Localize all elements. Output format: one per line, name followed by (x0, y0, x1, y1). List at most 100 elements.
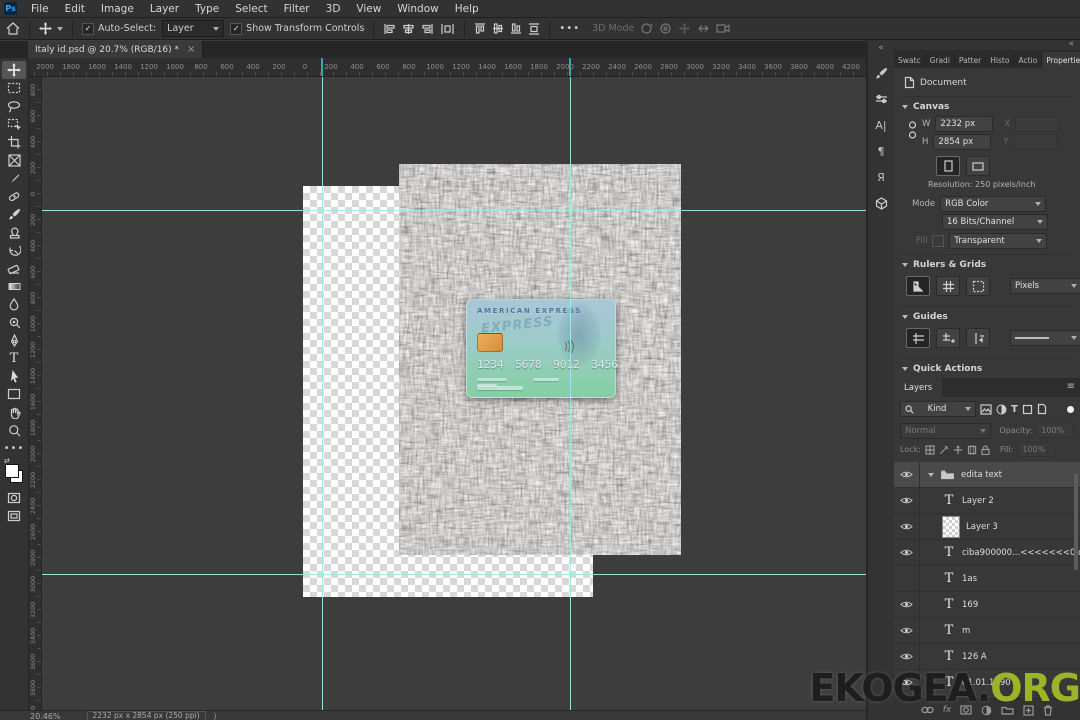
crop-tool[interactable] (2, 133, 26, 151)
marquee-tool[interactable] (2, 79, 26, 97)
guide-horizontal[interactable] (41, 574, 866, 575)
show-transform-checkbox[interactable]: ✓ Show Transform Controls (230, 22, 364, 35)
pen-tool[interactable] (2, 331, 26, 349)
brush-settings-panel-icon[interactable] (868, 61, 894, 85)
lock-all-icon[interactable] (981, 444, 990, 455)
layer-visibility-toggle[interactable] (894, 565, 920, 592)
align-right-icon[interactable] (421, 23, 434, 35)
layer-row[interactable]: T 169 (894, 591, 1080, 618)
path-selection-tool[interactable] (2, 367, 26, 385)
filter-shape-layers-icon[interactable] (1022, 404, 1033, 415)
quick-mask-icon[interactable] (2, 489, 26, 507)
panel-tab-gradi[interactable]: Gradi (926, 52, 955, 68)
chevron-down-icon[interactable] (902, 315, 908, 319)
menu-select[interactable]: Select (227, 1, 275, 17)
lock-transparency-icon[interactable] (925, 444, 935, 455)
toggle-rulers-button[interactable] (906, 276, 930, 296)
guide-vertical[interactable] (570, 76, 571, 710)
layer-name[interactable]: m (962, 626, 970, 636)
pixel-layer-thumbnail[interactable] (942, 515, 960, 538)
color-mode-select[interactable]: RGB Color (940, 196, 1047, 212)
align-bottom-icon[interactable] (510, 22, 522, 35)
type-layer-thumbnail[interactable]: T (942, 545, 956, 560)
layer-visibility-toggle[interactable] (894, 513, 920, 540)
collapse-dock-icon[interactable]: « (894, 40, 1080, 50)
fill-checkbox[interactable] (932, 235, 945, 247)
portrait-orientation-button[interactable] (936, 156, 960, 176)
menu-type[interactable]: Type (187, 1, 227, 17)
close-tab-icon[interactable]: × (187, 44, 195, 55)
edit-toolbar-icon[interactable]: ••• (2, 439, 26, 457)
gradient-tool[interactable] (2, 277, 26, 295)
opacity-field[interactable]: 100% (1036, 423, 1074, 438)
layer-row[interactable]: T 1as (894, 565, 1080, 592)
paragraph-panel-icon[interactable]: ¶ (868, 139, 894, 163)
lasso-tool[interactable] (2, 97, 26, 115)
layer-name[interactable]: 169 (962, 600, 978, 610)
clone-source-panel-icon[interactable] (868, 87, 894, 111)
guide-vertical[interactable] (322, 76, 323, 710)
link-dimensions-icon[interactable] (908, 120, 917, 142)
canvas-area[interactable]: AMERICAN EXPRESS EXPRESS 1234 5678 9012 … (28, 76, 866, 710)
menu-3d[interactable]: 3D (318, 1, 349, 17)
photoshop-logo-icon[interactable]: Ps (4, 2, 17, 15)
guide-style-select[interactable] (1010, 330, 1080, 346)
more-options-icon[interactable]: ••• (559, 23, 580, 34)
toggle-guides-button[interactable] (906, 328, 930, 348)
eyedropper-tool[interactable] (2, 169, 26, 187)
lock-position-icon[interactable] (953, 445, 963, 455)
chevron-down-icon[interactable] (902, 263, 908, 267)
layer-name[interactable]: 1as (962, 574, 977, 584)
guide-horizontal[interactable] (41, 210, 866, 211)
menu-window[interactable]: Window (389, 1, 446, 17)
eraser-tool[interactable] (2, 259, 26, 277)
height-field[interactable]: 2854 px (933, 134, 992, 150)
panel-tab-swatc[interactable]: Swatc (894, 52, 926, 68)
panel-tab-actio[interactable]: Actio (1014, 52, 1043, 68)
dodge-tool[interactable] (2, 313, 26, 331)
layer-visibility-toggle[interactable] (894, 462, 920, 488)
auto-select-target-dropdown[interactable]: Layer (162, 20, 225, 37)
healing-brush-tool[interactable] (2, 187, 26, 205)
filter-type-layers-icon[interactable]: T (1011, 404, 1018, 415)
fill-opacity-field[interactable]: 100% (1017, 442, 1056, 457)
chevron-down-icon[interactable] (902, 105, 908, 109)
type-layer-thumbnail[interactable]: T (942, 597, 956, 612)
screen-mode-icon[interactable] (2, 507, 26, 525)
document-tab[interactable]: Italy id.psd @ 20.7% (RGB/16) * × (28, 41, 204, 58)
move-tool-preset-icon[interactable] (39, 22, 63, 35)
rectangle-tool[interactable] (2, 385, 26, 403)
object-selection-tool[interactable] (2, 115, 26, 133)
menu-layer[interactable]: Layer (142, 1, 187, 17)
align-middle-icon[interactable] (492, 22, 504, 35)
chevron-down-icon[interactable] (928, 472, 934, 477)
move-tool[interactable] (2, 61, 26, 79)
bit-depth-select[interactable]: 16 Bits/Channel (942, 214, 1048, 230)
document-info[interactable]: 2232 px x 2854 px (250 ppi) (86, 711, 206, 720)
type-layer-thumbnail[interactable]: T (942, 623, 956, 638)
lock-image-icon[interactable] (939, 445, 949, 455)
filter-toggle-icon[interactable] (1067, 405, 1074, 413)
menu-file[interactable]: File (23, 1, 57, 17)
layer-name[interactable]: ciba900000...<<<<<<<0 d (962, 548, 1080, 558)
distribute-vertical-icon[interactable] (528, 22, 540, 36)
layer-row[interactable]: Tciba900000...<<<<<<<0 d (894, 539, 1080, 566)
landscape-orientation-button[interactable] (966, 156, 990, 176)
home-icon[interactable] (6, 22, 20, 35)
layers-menu-icon[interactable]: ≡ (1067, 381, 1075, 392)
move-guide-button[interactable] (966, 328, 990, 348)
panel-tab-patter[interactable]: Patter (955, 52, 987, 68)
layer-row[interactable]: Tm (894, 617, 1080, 644)
zoom-tool[interactable] (2, 421, 26, 439)
layer-name[interactable]: 126 A (962, 652, 987, 662)
layer-visibility-toggle[interactable] (894, 539, 920, 566)
layers-scrollbar[interactable] (1074, 474, 1078, 570)
layer-row[interactable]: edita text (894, 462, 1080, 488)
filter-adjustment-layers-icon[interactable] (996, 404, 1007, 415)
filter-kind-select[interactable]: Kind (900, 401, 976, 417)
layer-name[interactable]: Layer 2 (962, 496, 994, 506)
status-arrow-icon[interactable]: ⟩ (214, 712, 217, 720)
layer-name[interactable]: Layer 3 (966, 522, 998, 532)
menu-view[interactable]: View (348, 1, 389, 17)
menu-filter[interactable]: Filter (276, 1, 318, 17)
